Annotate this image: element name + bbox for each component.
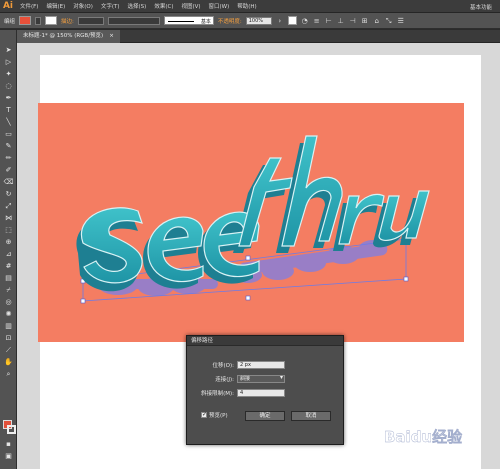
selection-mode-label: 编组 (4, 18, 16, 25)
miter-limit-input[interactable]: 4 (237, 389, 285, 397)
preview-option[interactable]: ✓ 预览(P) (201, 411, 228, 419)
ok-button[interactable]: 确定 (245, 411, 285, 421)
distribute-icon[interactable]: ⊣ (349, 17, 357, 25)
lasso-tool-icon[interactable]: ◌ (3, 82, 14, 91)
scale-tool-icon[interactable]: ⤢ (3, 202, 14, 211)
type-tool-icon[interactable]: T (3, 106, 14, 115)
joins-select[interactable]: 斜接 (237, 375, 285, 383)
stroke-color-swatch[interactable] (45, 16, 58, 25)
rectangle-tool-icon[interactable]: ▭ (3, 130, 14, 139)
svg-text:jingyan.baidu.com: jingyan.baidu.com (417, 449, 474, 456)
menu-bar: Ai 文件(F) 编辑(E) 对象(O) 文字(T) 选择(S) 效果(C) 视… (0, 0, 500, 13)
miter-row: 斜接限制(M): 4 (187, 389, 285, 397)
align-center-icon[interactable]: ⊥ (337, 17, 345, 25)
menu-window[interactable]: 窗口(W) (205, 2, 234, 10)
expand-icon[interactable]: ⤡ (385, 17, 393, 25)
variable-width-dropdown[interactable] (107, 16, 160, 25)
preview-label: 预览(P) (209, 413, 228, 419)
shape-builder-tool-icon[interactable]: ⊕ (3, 238, 14, 247)
direct-selection-tool-icon[interactable]: ▷ (3, 58, 14, 67)
paintbrush-tool-icon[interactable]: ✎ (3, 142, 14, 151)
letter-faces (80, 135, 430, 284)
menu-select[interactable]: 选择(S) (124, 2, 151, 10)
recolor-icon[interactable]: ◔ (301, 17, 309, 25)
menu-object[interactable]: 对象(O) (69, 2, 97, 10)
app-logo: Ai (2, 1, 14, 11)
document-tab-bar: 未标题-1* @ 150% (RGB/预览) × (17, 30, 500, 43)
align-icon[interactable]: ≡ (313, 17, 321, 25)
magic-wand-tool-icon[interactable]: ✦ (3, 70, 14, 79)
transform-icon[interactable]: ⊞ (361, 17, 369, 25)
column-graph-tool-icon[interactable]: ▥ (3, 322, 14, 331)
offset-path-dialog: 偏移路径 位移(O): 2 px 连接(J): 斜接 斜接限制(M): 4 ✓ … (186, 335, 344, 445)
joins-label: 连接(J): (215, 377, 234, 383)
tools-panel: ➤ ▷ ✦ ◌ ✒ T ╲ ▭ ✎ ✏ ✐ ⌫ ↻ ⤢ ⋈ ⬚ ⊕ ⊿ # ▤ … (0, 30, 17, 469)
miter-limit-label: 斜接限制(M): (201, 391, 234, 397)
stroke-line-preview (167, 21, 194, 22)
menu-edit[interactable]: 编辑(E) (42, 2, 69, 10)
baidu-watermark: Baidu经验 jingyan.baidu.com (384, 428, 474, 456)
opacity-field[interactable]: 100% (245, 16, 272, 25)
stroke-style-label: 基本 (200, 19, 211, 25)
stroke-style-dropdown[interactable]: 基本 (163, 16, 214, 25)
control-bar: 编组 描边: 基本 不透明度: 100% › ◔ ≡ ⊢ ⊥ ⊣ ⊞ ⌂ ⤡ ☰ (0, 13, 500, 29)
menu-help[interactable]: 帮助(H) (233, 2, 260, 10)
gradient-tool-icon[interactable]: ▤ (3, 274, 14, 283)
style-swatch[interactable] (287, 16, 297, 25)
fill-dropdown[interactable] (35, 16, 42, 25)
color-mode-icon[interactable]: ▪ (3, 440, 14, 449)
zoom-tool-icon[interactable]: ⌕ (3, 370, 14, 379)
stroke-label: 描边: (61, 18, 74, 25)
selection-tool-icon[interactable]: ➤ (3, 46, 14, 55)
panel-menu-icon[interactable]: ☰ (397, 17, 405, 25)
symbol-sprayer-tool-icon[interactable]: ✺ (3, 310, 14, 319)
preview-checkbox[interactable]: ✓ (201, 412, 207, 418)
offset-row: 位移(O): 2 px (187, 361, 285, 369)
slice-tool-icon[interactable]: ⟋ (3, 346, 14, 355)
blob-brush-tool-icon[interactable]: ✐ (3, 166, 14, 175)
opacity-label: 不透明度: (217, 18, 242, 25)
rotate-tool-icon[interactable]: ↻ (3, 190, 14, 199)
mesh-tool-icon[interactable]: # (3, 262, 14, 271)
see-thru-artwork[interactable] (38, 103, 464, 342)
pen-tool-icon[interactable]: ✒ (3, 94, 14, 103)
width-tool-icon[interactable]: ⋈ (3, 214, 14, 223)
line-tool-icon[interactable]: ╲ (3, 118, 14, 127)
menu-file[interactable]: 文件(F) (16, 2, 42, 10)
stroke-color-indicator[interactable] (7, 425, 16, 434)
perspective-grid-tool-icon[interactable]: ⊿ (3, 250, 14, 259)
document-tab-title: 未标题-1* @ 150% (RGB/预览) (23, 33, 104, 39)
offset-label: 位移(O): (212, 363, 234, 369)
dialog-title: 偏移路径 (187, 336, 343, 346)
artboard-tool-icon[interactable]: ⊡ (3, 334, 14, 343)
menu-effect[interactable]: 效果(C) (150, 2, 177, 10)
cancel-button[interactable]: 取消 (291, 411, 331, 421)
opacity-arrow-icon[interactable]: › (276, 17, 284, 25)
menu-type[interactable]: 文字(T) (97, 2, 124, 10)
workspace-switcher[interactable]: 基本功能 (470, 3, 492, 11)
align-left-icon[interactable]: ⊢ (325, 17, 333, 25)
joins-row: 连接(J): 斜接 (187, 375, 285, 383)
svg-text:Baidu经验: Baidu经验 (384, 428, 463, 446)
eraser-tool-icon[interactable]: ⌫ (3, 178, 14, 187)
eyedropper-tool-icon[interactable]: ⌿ (3, 286, 14, 295)
stroke-weight-field[interactable] (77, 16, 104, 25)
offset-input[interactable]: 2 px (237, 361, 285, 369)
isolate-icon[interactable]: ⌂ (373, 17, 381, 25)
pencil-tool-icon[interactable]: ✏ (3, 154, 14, 163)
free-transform-tool-icon[interactable]: ⬚ (3, 226, 14, 235)
document-tab[interactable]: 未标题-1* @ 150% (RGB/预览) × (17, 30, 120, 43)
fill-color-swatch[interactable] (19, 16, 32, 25)
blend-tool-icon[interactable]: ◎ (3, 298, 14, 307)
close-icon[interactable]: × (109, 30, 114, 43)
screen-mode-icon[interactable]: ▣ (3, 452, 14, 461)
menu-view[interactable]: 视图(V) (177, 2, 204, 10)
hand-tool-icon[interactable]: ✋ (3, 358, 14, 367)
